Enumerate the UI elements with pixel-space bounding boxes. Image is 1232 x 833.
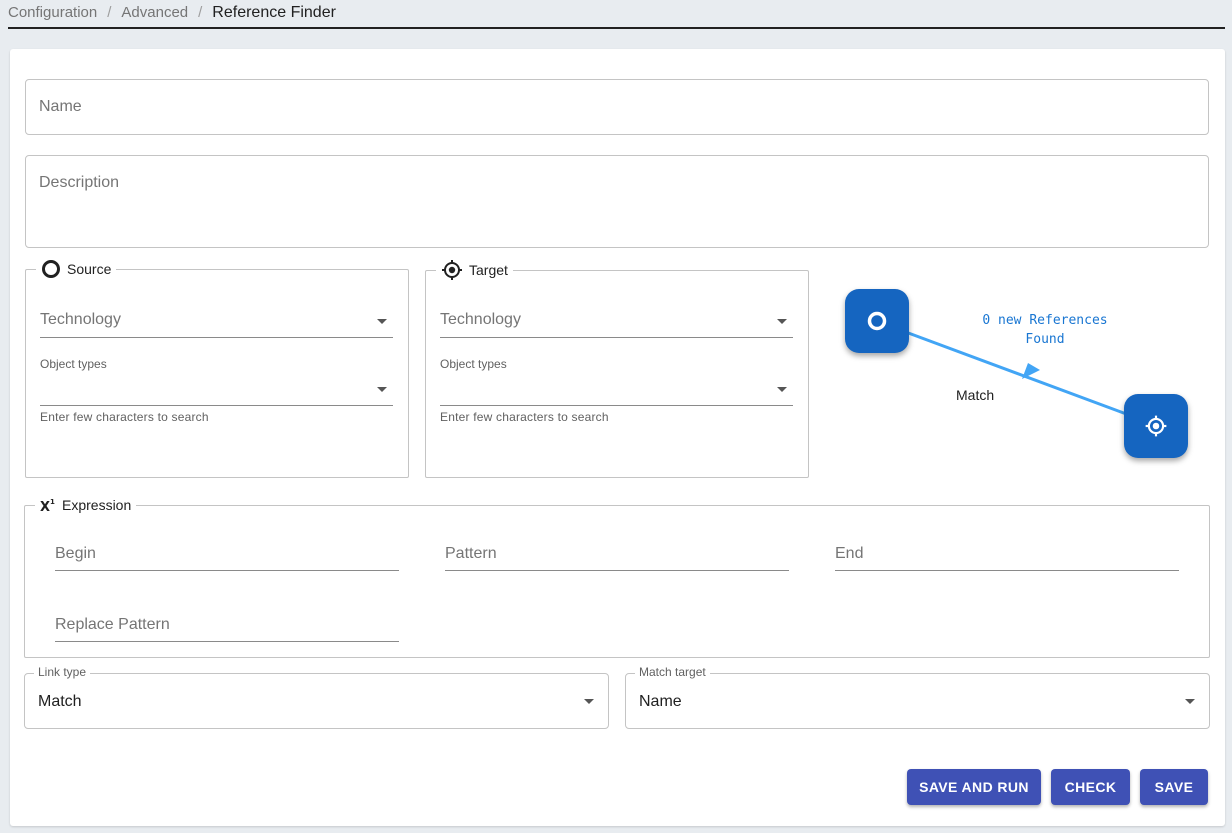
expression-legend: X 1 Expression bbox=[35, 497, 136, 513]
pattern-placeholder: Pattern bbox=[445, 545, 497, 562]
breadcrumb-configuration[interactable]: Configuration bbox=[8, 4, 97, 21]
source-object-types-input[interactable] bbox=[40, 375, 393, 406]
source-circle-icon bbox=[867, 311, 887, 331]
svg-text:X: X bbox=[40, 500, 50, 512]
target-crosshair-icon bbox=[1145, 415, 1167, 437]
source-technology-select[interactable]: Technology bbox=[40, 307, 393, 338]
link-type-select[interactable]: Match bbox=[24, 673, 609, 729]
end-input[interactable]: End bbox=[835, 545, 1179, 571]
match-target-value: Name bbox=[639, 693, 682, 710]
references-found-line2: Found bbox=[1025, 332, 1065, 347]
target-legend-label: Target bbox=[469, 262, 508, 278]
breadcrumb-separator: / bbox=[107, 4, 112, 21]
check-button[interactable]: CHECK bbox=[1051, 769, 1130, 805]
replace-pattern-placeholder: Replace Pattern bbox=[55, 616, 170, 633]
begin-placeholder: Begin bbox=[55, 545, 96, 562]
pattern-input[interactable]: Pattern bbox=[445, 545, 789, 571]
begin-input[interactable]: Begin bbox=[55, 545, 399, 571]
name-placeholder: Name bbox=[39, 98, 82, 115]
chevron-down-icon bbox=[377, 319, 387, 324]
source-object-types-label: Object types bbox=[40, 357, 107, 371]
edge-arrow-icon bbox=[1022, 363, 1040, 379]
link-type-value: Match bbox=[38, 693, 82, 710]
description-placeholder: Description bbox=[39, 174, 120, 191]
breadcrumb-separator: / bbox=[198, 4, 203, 21]
match-target-label: Match target bbox=[635, 665, 710, 679]
name-field[interactable]: Name bbox=[25, 79, 1209, 135]
target-helper-text: Enter few characters to search bbox=[440, 410, 609, 424]
page-title: Reference Finder bbox=[212, 3, 336, 21]
chevron-down-icon bbox=[584, 699, 594, 704]
target-legend: Target bbox=[436, 259, 513, 281]
target-object-types-label: Object types bbox=[440, 357, 507, 371]
source-circle-icon bbox=[42, 260, 60, 278]
target-crosshair-icon bbox=[442, 260, 462, 280]
end-placeholder: End bbox=[835, 545, 864, 562]
chevron-down-icon[interactable] bbox=[377, 387, 387, 392]
superscript-icon: X 1 bbox=[40, 498, 55, 512]
target-node[interactable] bbox=[1124, 394, 1188, 458]
form-card: Name Description Source Technology Objec… bbox=[10, 49, 1225, 826]
edge-match-label: Match bbox=[956, 387, 995, 403]
match-target-select[interactable]: Name bbox=[625, 673, 1210, 729]
chevron-down-icon[interactable] bbox=[777, 387, 787, 392]
target-object-types-input[interactable] bbox=[440, 375, 793, 406]
svg-text:1: 1 bbox=[50, 498, 55, 506]
save-button[interactable]: SAVE bbox=[1140, 769, 1208, 805]
target-technology-placeholder: Technology bbox=[440, 311, 521, 328]
target-technology-select[interactable]: Technology bbox=[440, 307, 793, 338]
link-type-label: Link type bbox=[34, 665, 91, 679]
breadcrumb: Configuration / Advanced / Reference Fin… bbox=[8, 0, 1225, 29]
references-found-text: 0 new References Found bbox=[965, 311, 1125, 349]
chevron-down-icon bbox=[1185, 699, 1195, 704]
source-legend-label: Source bbox=[67, 261, 112, 277]
source-technology-placeholder: Technology bbox=[40, 311, 121, 328]
source-node[interactable] bbox=[845, 289, 909, 353]
expression-legend-label: Expression bbox=[62, 497, 132, 513]
replace-pattern-input[interactable]: Replace Pattern bbox=[55, 616, 399, 642]
breadcrumb-advanced[interactable]: Advanced bbox=[121, 4, 188, 21]
description-field[interactable]: Description bbox=[25, 155, 1209, 248]
source-helper-text: Enter few characters to search bbox=[40, 410, 209, 424]
references-found-line1: 0 new References bbox=[982, 313, 1108, 328]
chevron-down-icon bbox=[777, 319, 787, 324]
source-legend: Source bbox=[36, 259, 116, 279]
save-and-run-button[interactable]: SAVE AND RUN bbox=[907, 769, 1041, 805]
